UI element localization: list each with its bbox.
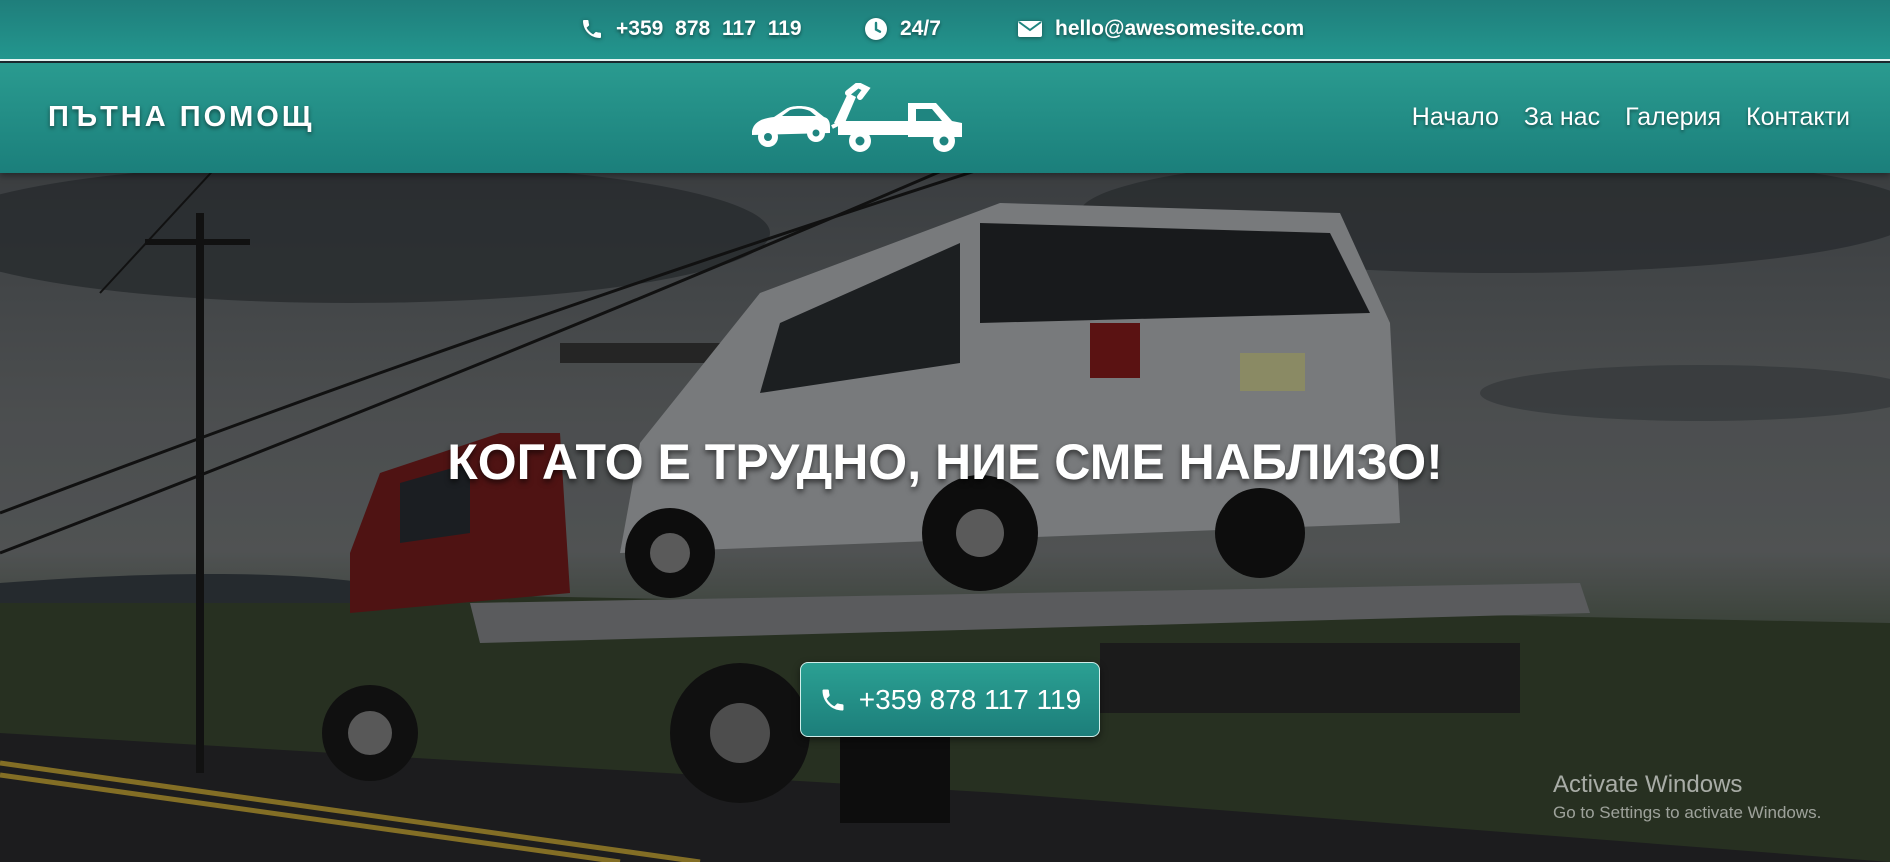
hero-dark-overlay [0, 173, 1890, 862]
nav-link-contacts[interactable]: Контакти [1746, 103, 1850, 132]
top-contact-bar: +359 878 117 119 24/7 hello@awesomesite.… [0, 0, 1890, 61]
call-now-label: +359 878 117 119 [858, 683, 1082, 715]
topbar-hours-text: 24/7 [900, 17, 941, 40]
topbar-email[interactable]: hello@awesomesite.com [1017, 14, 1304, 44]
nav-link-gallery[interactable]: Галерия [1625, 103, 1721, 132]
topbar-email-text: hello@awesomesite.com [1055, 17, 1305, 40]
activate-windows-title: Activate Windows [1553, 771, 1743, 798]
nav-link-about[interactable]: За нас [1524, 103, 1600, 132]
phone-icon [822, 689, 844, 710]
call-now-button[interactable]: +359 878 117 119 [800, 662, 1100, 737]
hero-section: КОГАТО Е ТРУДНО, НИЕ СМЕ НАБЛИЗО! +359 8… [0, 173, 1890, 862]
clock-icon [865, 18, 887, 40]
hero-headline: КОГАТО Е ТРУДНО, НИЕ СМЕ НАБЛИЗО! [447, 434, 1443, 490]
phone-icon [583, 20, 601, 38]
activate-windows-subtitle: Go to Settings to activate Windows. [1553, 803, 1822, 822]
envelope-icon [1018, 21, 1042, 37]
tow-truck-logo-icon[interactable] [748, 83, 968, 155]
nav-link-home[interactable]: Начало [1412, 103, 1499, 132]
site-brand[interactable]: ПЪТНА ПОМОЩ [48, 101, 314, 134]
topbar-phone[interactable]: +359 878 117 119 [580, 14, 802, 44]
topbar-hours: 24/7 [864, 14, 941, 44]
main-nav: Начало За нас Галерия Контакти [1412, 103, 1850, 132]
topbar-phone-text: +359 878 117 119 [616, 17, 802, 40]
site-header: ПЪТНА ПОМОЩ Начало За нас Галерия Контак… [0, 63, 1890, 173]
